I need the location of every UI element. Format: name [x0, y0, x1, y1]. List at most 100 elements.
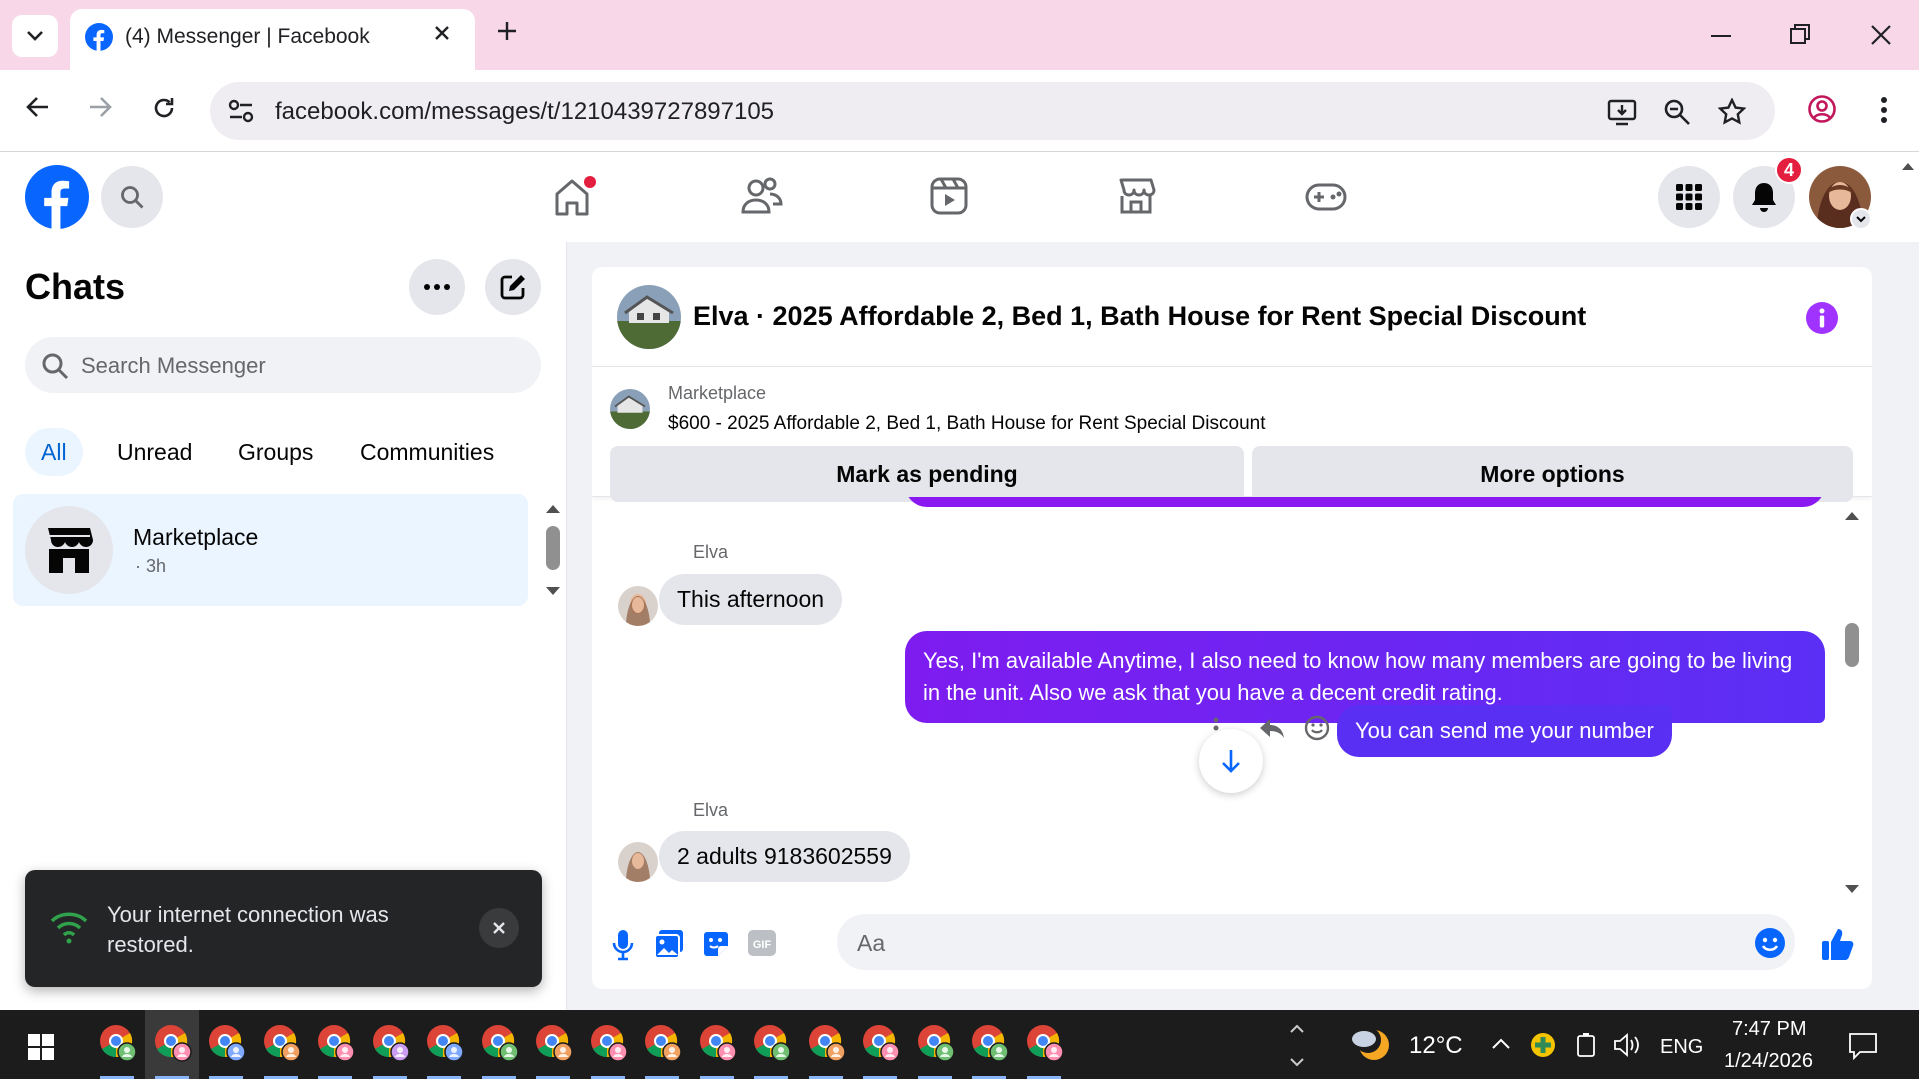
marketplace-icon[interactable]: [1116, 176, 1156, 216]
chat-avatar[interactable]: [617, 285, 681, 349]
message-input-placeholder: Aa: [857, 930, 886, 956]
outgoing-message[interactable]: You can send me your number: [1337, 705, 1672, 757]
sender-avatar[interactable]: [618, 842, 658, 882]
close-tab-icon[interactable]: [433, 24, 451, 42]
info-icon[interactable]: [1805, 301, 1839, 335]
home-icon[interactable]: [552, 176, 596, 218]
emoji-react-icon[interactable]: [1304, 715, 1330, 741]
listing-thumbnail[interactable]: [610, 389, 650, 429]
filter-communities[interactable]: Communities: [344, 428, 510, 476]
taskbar-chrome-window[interactable]: [853, 1010, 907, 1079]
incoming-message[interactable]: This afternoon: [659, 574, 843, 625]
taskbar-chrome-window[interactable]: [472, 1010, 526, 1079]
taskbar-scroll-up-icon[interactable]: [1290, 1024, 1304, 1033]
microphone-icon[interactable]: [612, 929, 634, 961]
menu-button[interactable]: [1658, 166, 1720, 228]
site-settings-icon[interactable]: [228, 99, 254, 123]
browser-tab[interactable]: (4) Messenger | Facebook: [70, 9, 475, 70]
chat-scrollbar-thumb[interactable]: [1845, 623, 1859, 667]
taskbar-chrome-window[interactable]: [744, 1010, 798, 1079]
restore-icon[interactable]: [1790, 24, 1810, 44]
zoom-icon[interactable]: [1663, 98, 1691, 126]
search-messenger-input[interactable]: Search Messenger: [25, 337, 541, 393]
account-menu-button[interactable]: [1850, 208, 1872, 230]
browser-menu-icon[interactable]: [1880, 96, 1888, 124]
tray-app-icon[interactable]: [1530, 1032, 1556, 1058]
weather-moon-icon[interactable]: [1350, 1025, 1392, 1065]
taskbar-chrome-window[interactable]: [962, 1010, 1016, 1079]
chat-scroll-up-icon[interactable]: [1845, 511, 1859, 520]
friends-icon[interactable]: [740, 176, 784, 216]
photo-icon[interactable]: [654, 929, 684, 959]
chat-options-button[interactable]: [409, 259, 465, 315]
address-bar[interactable]: facebook.com/messages/t/1210439727897105: [210, 82, 1775, 140]
new-tab-icon[interactable]: [496, 20, 518, 42]
language-indicator[interactable]: ENG: [1660, 1036, 1703, 1059]
message-input[interactable]: Aa: [837, 914, 1795, 970]
battery-icon[interactable]: [1575, 1032, 1597, 1058]
sender-name: Elva: [693, 800, 729, 820]
filter-groups[interactable]: Groups: [222, 428, 329, 476]
clock-date[interactable]: 1/24/2026: [1724, 1050, 1813, 1073]
sidebar-scroll-down-icon[interactable]: [546, 587, 560, 596]
gif-icon[interactable]: GIF: [747, 929, 777, 957]
back-icon[interactable]: [26, 96, 50, 118]
taskbar-chrome-window[interactable]: [690, 1010, 744, 1079]
taskbar-chrome-window[interactable]: [417, 1010, 471, 1079]
profile-icon[interactable]: [1807, 94, 1837, 124]
taskbar-chrome-window[interactable]: [363, 1010, 417, 1079]
taskbar-scroll-down-icon[interactable]: [1290, 1058, 1304, 1067]
taskbar-chrome-window[interactable]: [199, 1010, 253, 1079]
sidebar-scrollbar-thumb[interactable]: [546, 526, 560, 570]
page-scroll-up-icon[interactable]: [1902, 162, 1914, 170]
close-window-icon[interactable]: [1870, 24, 1892, 46]
thumbs-up-icon[interactable]: [1821, 927, 1855, 961]
tray-expand-icon[interactable]: [1492, 1038, 1510, 1050]
scroll-to-bottom-button[interactable]: [1199, 729, 1263, 793]
notification-center-icon[interactable]: [1848, 1032, 1878, 1060]
taskbar-chrome-window[interactable]: [90, 1010, 144, 1079]
toast-close-button[interactable]: [479, 908, 519, 948]
bookmark-star-icon[interactable]: [1718, 98, 1746, 126]
message-list: Elva This afternoon Yes, I'm available A…: [592, 497, 1872, 905]
taskbar-chrome-window[interactable]: [526, 1010, 580, 1079]
conversation-item-marketplace[interactable]: Marketplace · 3h: [13, 494, 528, 606]
chat-scroll-down-icon[interactable]: [1845, 885, 1859, 894]
facebook-logo-icon[interactable]: [25, 165, 89, 229]
reply-icon[interactable]: [1258, 717, 1286, 741]
filter-unread[interactable]: Unread: [101, 428, 208, 476]
filter-all[interactable]: All: [25, 428, 83, 476]
tab-search-button[interactable]: [12, 15, 58, 57]
taskbar-chrome-window[interactable]: [581, 1010, 635, 1079]
minimize-icon[interactable]: [1711, 34, 1731, 38]
taskbar-chrome-window[interactable]: [308, 1010, 362, 1079]
taskbar-chrome-window[interactable]: [254, 1010, 308, 1079]
bell-icon: [1752, 183, 1776, 212]
sidebar-scroll-up-icon[interactable]: [546, 504, 560, 513]
clock-time[interactable]: 7:47 PM: [1732, 1018, 1806, 1041]
taskbar-chrome-window[interactable]: [1017, 1010, 1071, 1079]
mark-as-pending-button[interactable]: Mark as pending: [610, 446, 1244, 502]
taskbar-chrome-window[interactable]: [908, 1010, 962, 1079]
temperature[interactable]: 12°C: [1409, 1032, 1463, 1060]
gaming-icon[interactable]: [1304, 182, 1348, 212]
chrome-icon: [590, 1025, 628, 1062]
incoming-message[interactable]: 2 adults 9183602559: [659, 831, 910, 882]
video-icon[interactable]: [929, 176, 969, 216]
taskbar-chrome-window[interactable]: [635, 1010, 689, 1079]
search-placeholder: Search Messenger: [81, 353, 266, 378]
listing-description[interactable]: $600 - 2025 Affordable 2, Bed 1, Bath Ho…: [668, 413, 1265, 435]
sender-avatar[interactable]: [618, 586, 658, 626]
install-app-icon[interactable]: [1607, 98, 1637, 126]
sticker-icon[interactable]: [701, 929, 731, 959]
more-options-button[interactable]: More options: [1252, 446, 1853, 502]
volume-icon[interactable]: [1613, 1032, 1641, 1058]
taskbar-chrome-window[interactable]: [799, 1010, 853, 1079]
windows-start-icon[interactable]: [28, 1034, 54, 1060]
emoji-icon[interactable]: [1754, 927, 1786, 959]
new-message-button[interactable]: [485, 259, 541, 315]
facebook-search-button[interactable]: [101, 166, 163, 228]
reload-icon[interactable]: [152, 96, 176, 120]
forward-icon[interactable]: [88, 96, 112, 118]
taskbar-chrome-window[interactable]: [144, 1010, 199, 1079]
